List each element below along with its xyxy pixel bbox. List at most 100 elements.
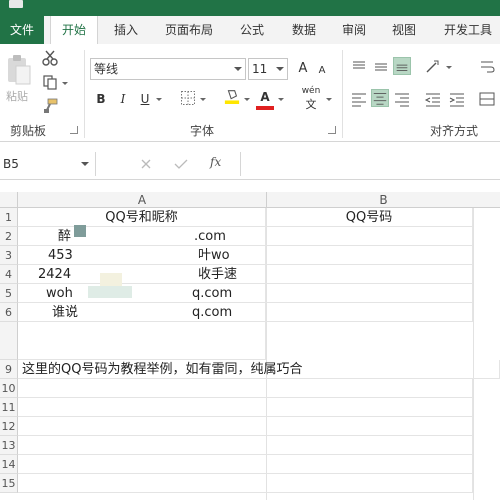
orientation-icon[interactable] [424,58,442,76]
tab-page-layout[interactable]: 页面布局 [160,16,218,44]
cell-b5[interactable] [266,284,473,303]
cell-b1[interactable]: QQ号码 [266,208,473,227]
row-header[interactable]: 1 [0,208,18,227]
tab-formulas[interactable]: 公式 [230,16,274,44]
empty-row[interactable] [18,398,473,417]
orientation-dropdown-arrow[interactable] [446,66,452,69]
tab-home[interactable]: 开始 [50,16,98,45]
wrap-text-icon[interactable] [478,58,496,76]
row-header[interactable]: 3 [0,246,18,265]
empty-row[interactable] [18,455,473,474]
cell-a6[interactable]: 谁说 q.com [18,303,266,322]
select-all-corner[interactable] [0,192,18,208]
font-size-select[interactable]: 11 [248,58,288,80]
row-header-hidden [0,322,18,360]
tab-review[interactable]: 审阅 [332,16,376,44]
underline-dropdown-arrow[interactable] [156,98,162,101]
row-header[interactable]: 15 [0,474,18,493]
row-header[interactable]: 2 [0,227,18,246]
align-right-icon[interactable] [393,90,411,108]
cell-a2-right: .com [194,229,226,244]
row-header[interactable]: 11 [0,398,18,417]
fill-color-dropdown-arrow[interactable] [244,98,250,101]
alignment-group-label: 对齐方式 [430,124,479,138]
clipboard-group-label: 剪贴板 [10,124,47,138]
cell-a3[interactable]: 453 叶wo [18,246,266,265]
row-header[interactable]: 4 [0,265,18,284]
border-icon[interactable] [180,90,196,106]
empty-row[interactable] [18,474,473,493]
bold-button[interactable]: B [94,90,108,108]
cell-a1[interactable]: QQ号和昵称 [18,208,266,227]
increase-font-button[interactable]: A [296,60,310,78]
formula-input[interactable] [240,152,500,176]
cell-b2[interactable] [266,227,473,246]
format-painter-icon[interactable] [42,98,58,114]
row-header[interactable]: 13 [0,436,18,455]
underline-button[interactable]: U [138,90,152,108]
empty-row[interactable] [18,436,473,455]
phonetic-button[interactable]: wén [298,86,324,96]
align-left-icon[interactable] [350,90,368,108]
formula-bar: B5 fx [0,148,500,180]
cancel-icon[interactable] [140,158,152,170]
row-header[interactable]: 10 [0,379,18,398]
redaction-mosaic [100,273,122,287]
font-color-button[interactable]: A [258,88,272,106]
column-header-b[interactable]: B [266,192,500,208]
clipboard-launcher-icon[interactable] [70,126,78,134]
align-top-icon[interactable] [350,58,368,76]
paste-icon[interactable] [6,54,32,86]
align-middle-icon[interactable] [372,58,390,76]
tab-file[interactable]: 文件 [0,16,44,44]
align-center-icon[interactable] [371,89,389,107]
border-dropdown-arrow[interactable] [200,98,206,101]
tab-data[interactable]: 数据 [282,16,326,44]
copy-icon[interactable] [42,74,58,90]
tab-view[interactable]: 视图 [382,16,426,44]
cell-a3-left: 453 [48,248,73,263]
cell-b4[interactable] [266,265,473,284]
row-header[interactable]: 12 [0,417,18,436]
font-launcher-icon[interactable] [328,126,336,134]
cell-a4[interactable]: 2424 收手速 [18,265,266,284]
copy-dropdown-arrow[interactable] [62,82,68,85]
save-icon[interactable] [9,0,23,8]
decrease-indent-icon[interactable] [424,90,442,108]
align-bottom-icon[interactable] [393,57,411,75]
font-name-value: 等线 [94,62,119,76]
cut-icon[interactable] [42,50,58,66]
group-divider [342,50,343,138]
enter-check-icon[interactable] [174,158,188,170]
font-color-dropdown-arrow[interactable] [278,98,284,101]
chevron-down-icon [81,162,89,166]
row-header[interactable]: 14 [0,455,18,474]
empty-row[interactable] [18,417,473,436]
name-box[interactable]: B5 [0,152,96,176]
decrease-font-button[interactable]: A [316,62,328,80]
formula-icons: fx [130,152,240,176]
paste-label[interactable]: 粘贴 [6,88,28,104]
cell-a4-right: 收手速 [198,267,238,282]
cell-b3[interactable] [266,246,473,265]
row-header[interactable]: 6 [0,303,18,322]
font-name-select[interactable]: 等线 [90,58,246,80]
phonetic-dropdown-arrow[interactable] [326,98,332,101]
row-header[interactable]: 9 [0,360,18,379]
cell-a9[interactable]: 这里的QQ号码为教程举例，如有雷同，纯属巧合 [18,360,500,379]
fill-color-icon[interactable] [224,88,240,104]
cell-a5[interactable]: woh q.com [18,284,266,303]
chevron-down-icon [234,67,242,71]
empty-row[interactable] [18,379,473,398]
column-header-a[interactable]: A [18,192,266,208]
cell-a6-right: q.com [192,305,233,320]
italic-button[interactable]: I [116,90,130,108]
tab-insert[interactable]: 插入 [104,16,148,44]
tab-developer[interactable]: 开发工具 [436,16,500,44]
insert-function-icon[interactable]: fx [210,155,221,169]
row-header[interactable]: 5 [0,284,18,303]
increase-indent-icon[interactable] [448,90,466,108]
merge-center-icon[interactable] [478,90,496,108]
cell-b6[interactable] [266,303,473,322]
cell-a2[interactable]: 醉 .com [18,227,266,246]
